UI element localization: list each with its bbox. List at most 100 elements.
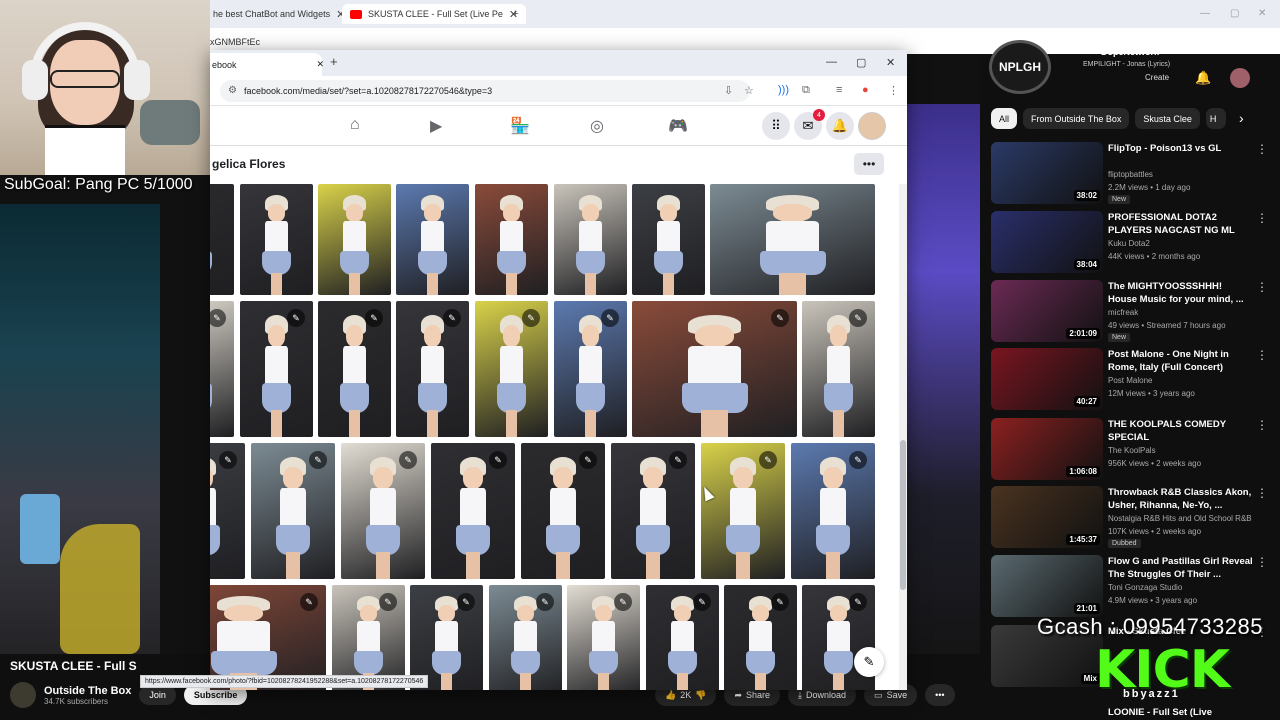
menu-grid-icon[interactable]: ⠿ bbox=[762, 112, 790, 140]
media-icon[interactable]: ≡ bbox=[836, 84, 842, 96]
album-photo[interactable]: ✎ bbox=[210, 301, 234, 437]
edit-pencil-icon[interactable]: ✎ bbox=[443, 309, 461, 327]
messenger-icon[interactable]: ✉ 4 bbox=[794, 109, 825, 140]
album-photo[interactable]: ✎ bbox=[611, 443, 695, 579]
tab-chatbot[interactable]: he best ChatBot and Widgets ✕ bbox=[205, 4, 353, 24]
album-photo[interactable]: ✎ bbox=[240, 301, 313, 437]
profile-avatar[interactable] bbox=[858, 112, 886, 140]
close-window-icon[interactable]: ✕ bbox=[886, 56, 895, 69]
album-photo[interactable]: ✎ bbox=[554, 301, 627, 437]
video-title[interactable]: PROFESSIONAL DOTA2 PLAYERS NAGCAST NG ML bbox=[1108, 211, 1253, 237]
video-thumbnail[interactable]: 2:01:09 bbox=[991, 280, 1103, 342]
channel-name[interactable]: fliptopbattles bbox=[1108, 170, 1153, 179]
chip-all[interactable]: All bbox=[991, 108, 1018, 129]
edit-pencil-icon[interactable]: ✎ bbox=[219, 451, 237, 469]
edit-pencil-icon[interactable]: ✎ bbox=[365, 309, 383, 327]
album-photo[interactable]: ✎ bbox=[475, 301, 548, 437]
home-icon[interactable]: ⌂ bbox=[350, 116, 360, 134]
more-options-button[interactable]: ••• bbox=[854, 153, 884, 175]
maximize-icon[interactable]: ▢ bbox=[856, 56, 866, 69]
album-photo[interactable]: ✎ bbox=[701, 443, 785, 579]
more-icon[interactable]: ⋮ bbox=[1256, 555, 1268, 569]
notifications-bell-icon[interactable]: 🔔 bbox=[826, 112, 854, 140]
album-photo[interactable]: ✎ bbox=[318, 301, 391, 437]
video-title[interactable]: LOONIE - Full Set (Live bbox=[1108, 707, 1212, 718]
channel-name[interactable]: Post Malone bbox=[1108, 376, 1152, 385]
more-actions-button[interactable]: ••• bbox=[925, 684, 955, 706]
video-title[interactable]: The MIGHTYOOSSSHHH! House Music for your… bbox=[1108, 280, 1253, 306]
edit-pencil-icon[interactable]: ✎ bbox=[759, 451, 777, 469]
album-photo[interactable] bbox=[710, 184, 875, 295]
channel-name[interactable]: Outside The Box bbox=[44, 685, 131, 697]
close-icon[interactable]: ✕ bbox=[317, 59, 325, 70]
marketplace-icon[interactable]: 🏪 bbox=[510, 116, 530, 136]
edit-pencil-icon[interactable]: ✎ bbox=[536, 593, 554, 611]
video-thumbnail[interactable]: 38:02 bbox=[991, 142, 1103, 204]
profile-icon[interactable]: ● bbox=[862, 84, 869, 96]
video-thumbnail[interactable]: 40:27 bbox=[991, 348, 1103, 410]
star-icon[interactable]: ☆ bbox=[744, 84, 754, 97]
recommendation-item[interactable]: 38:04 PROFESSIONAL DOTA2 PLAYERS NAGCAST … bbox=[991, 211, 1276, 273]
album-photo[interactable]: ✎ bbox=[431, 443, 515, 579]
edit-pencil-icon[interactable]: ✎ bbox=[849, 451, 867, 469]
album-photo[interactable] bbox=[240, 184, 313, 295]
video-title[interactable]: THE KOOLPALS COMEDY SPECIAL bbox=[1108, 418, 1253, 444]
groups-icon[interactable]: ◎ bbox=[590, 116, 604, 136]
recommendation-item[interactable]: 1:45:37 Throwback R&B Classics Akon, Ushe… bbox=[991, 486, 1276, 548]
site-info-icon[interactable]: ⚙ bbox=[228, 85, 237, 96]
scrollbar-thumb[interactable] bbox=[900, 440, 906, 590]
menu-icon[interactable]: ⋮ bbox=[888, 84, 899, 97]
avatar[interactable] bbox=[1230, 68, 1250, 88]
chevron-right-icon[interactable]: › bbox=[1239, 110, 1244, 126]
edit-pencil-icon[interactable]: ✎ bbox=[771, 593, 789, 611]
new-tab-button[interactable]: + bbox=[330, 54, 338, 69]
gaming-icon[interactable]: 🎮 bbox=[668, 116, 688, 136]
album-photo[interactable]: ✎ bbox=[802, 301, 875, 437]
url-field[interactable]: ⚙ facebook.com/media/set/?set=a.10208278… bbox=[220, 80, 750, 102]
edit-pencil-icon[interactable]: ✎ bbox=[669, 451, 687, 469]
video-thumbnail[interactable]: 1:45:37 bbox=[991, 486, 1103, 548]
edit-pencil-icon[interactable]: ✎ bbox=[489, 451, 507, 469]
edit-pencil-icon[interactable]: ✎ bbox=[849, 593, 867, 611]
create-button[interactable]: Create bbox=[1145, 73, 1169, 82]
album-owner-name[interactable]: gelica Flores bbox=[212, 157, 285, 171]
album-photo[interactable] bbox=[210, 184, 234, 295]
tab-youtube[interactable]: SKUSTA CLEE - Full Set (Live Pe ✕ bbox=[342, 4, 527, 24]
join-button[interactable]: Join bbox=[139, 685, 176, 705]
album-photo[interactable]: ✎ bbox=[646, 585, 719, 690]
chip-from-outside-the-box[interactable]: From Outside The Box bbox=[1023, 108, 1130, 129]
album-photo[interactable] bbox=[318, 184, 391, 295]
bell-icon[interactable]: 🔔 bbox=[1195, 70, 1211, 86]
channel-name[interactable]: The KoolPals bbox=[1108, 446, 1156, 455]
read-aloud-icon[interactable]: ))) bbox=[778, 84, 789, 96]
channel-name[interactable]: micfreak bbox=[1108, 308, 1138, 317]
channel-name[interactable]: Kuku Dota2 bbox=[1108, 239, 1150, 248]
video-title[interactable]: FlipTop - Poison13 vs GL bbox=[1108, 142, 1253, 155]
channel-name[interactable]: Toni Gonzaga Studio bbox=[1108, 583, 1182, 592]
recommendation-item[interactable]: 2:01:09 The MIGHTYOOSSSHHH! House Music f… bbox=[991, 280, 1276, 342]
scrollbar[interactable] bbox=[899, 184, 907, 690]
tab-facebook[interactable]: ebook ✕ bbox=[210, 53, 325, 76]
video-thumbnail[interactable]: 21:01 bbox=[991, 555, 1103, 617]
channel-avatar[interactable] bbox=[10, 682, 36, 708]
album-photo[interactable] bbox=[396, 184, 469, 295]
chip-skusta-clee[interactable]: Skusta Clee bbox=[1135, 108, 1200, 129]
edit-pencil-icon[interactable]: ✎ bbox=[399, 451, 417, 469]
album-photo[interactable] bbox=[475, 184, 548, 295]
video-title[interactable]: Post Malone - One Night in Rome, Italy (… bbox=[1108, 348, 1253, 374]
more-icon[interactable]: ⋮ bbox=[1256, 486, 1268, 500]
thumbs-down-icon[interactable]: 👎 bbox=[695, 690, 706, 701]
install-icon[interactable]: ⇩ bbox=[724, 84, 733, 97]
more-icon[interactable]: ⋮ bbox=[1256, 211, 1268, 225]
video-thumbnail[interactable]: 38:04 bbox=[991, 211, 1103, 273]
edit-pencil-icon[interactable]: ✎ bbox=[309, 451, 327, 469]
compose-message-button[interactable]: ✎ bbox=[854, 647, 884, 677]
edit-pencil-icon[interactable]: ✎ bbox=[522, 309, 540, 327]
album-photo[interactable]: ✎ bbox=[632, 301, 797, 437]
more-icon[interactable]: ⋮ bbox=[1256, 142, 1268, 156]
close-window-icon[interactable]: ✕ bbox=[1258, 8, 1266, 19]
album-photo[interactable] bbox=[554, 184, 627, 295]
edit-pencil-icon[interactable]: ✎ bbox=[601, 309, 619, 327]
recommendation-item[interactable]: 1:06:08 THE KOOLPALS COMEDY SPECIAL The Ko… bbox=[991, 418, 1276, 480]
album-photo[interactable]: ✎ bbox=[791, 443, 875, 579]
